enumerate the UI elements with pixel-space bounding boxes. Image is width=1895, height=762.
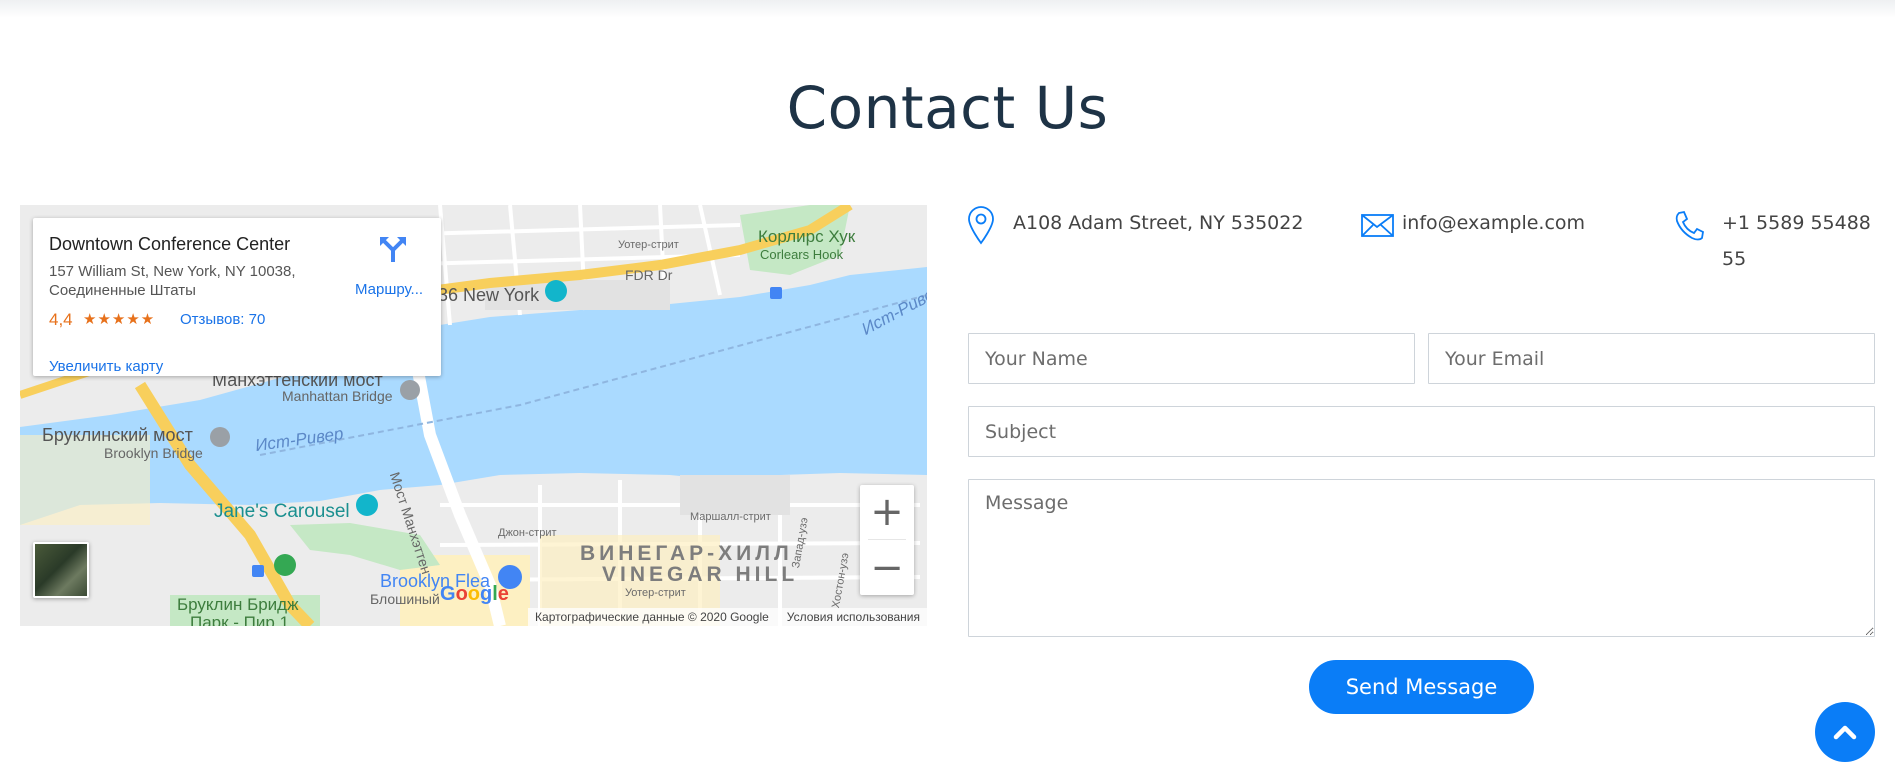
- map-label-fdr: FDR Dr: [625, 267, 673, 283]
- map-label-water-st-2: Уотер-стрит: [625, 587, 686, 599]
- map-label-corlears-en: Corlears Hook: [760, 247, 844, 262]
- map-label-brooklyn-bridge-park: Бруклин Бридж: [177, 595, 299, 614]
- zoom-controls: + −: [860, 485, 914, 595]
- star-rating-icons: ★★★★★: [83, 311, 156, 328]
- map-label-janes-carousel: Jane's Carousel: [214, 501, 350, 522]
- enlarge-map-link[interactable]: Увеличить карту: [49, 358, 163, 375]
- map-label-vinegar-hill-en: VINEGAR HILL: [602, 563, 799, 586]
- map-label-flea-market: Блошиный: [370, 591, 440, 607]
- map-label-water-st-1: Уотер-стрит: [618, 239, 679, 251]
- contact-address: A108 Adam Street, NY 535022: [965, 205, 1303, 245]
- place-title: Downtown Conference Center: [49, 234, 291, 254]
- zoom-out-button[interactable]: −: [860, 541, 914, 595]
- place-rating: 4,4: [49, 310, 73, 329]
- map-label-john-st: Джон-стрит: [498, 527, 557, 539]
- google-logo: Google: [440, 583, 509, 605]
- directions-link[interactable]: Маршру...: [355, 281, 423, 298]
- map-attribution: Картографические данные © 2020 Google Ус…: [528, 608, 927, 626]
- reviews-link[interactable]: Отзывов: 70: [180, 311, 265, 328]
- map-label-marshall-st: Маршалл-стрит: [690, 511, 771, 523]
- message-textarea[interactable]: [968, 479, 1875, 637]
- name-input[interactable]: [968, 333, 1415, 384]
- map-label-corlears-ru: Корлирс Хук: [758, 227, 856, 246]
- subject-input[interactable]: [968, 406, 1875, 457]
- map-label-manhattan-bridge-en: Manhattan Bridge: [282, 388, 393, 404]
- google-map[interactable]: 36 New York FDR Dr Корлирс Хук Corlears …: [20, 205, 927, 626]
- phone-text: +1 5589 55488 55: [1722, 212, 1871, 270]
- satellite-toggle[interactable]: [33, 542, 89, 598]
- email-text: info@example.com: [1402, 212, 1586, 234]
- section-title: Contact Us: [786, 74, 1109, 142]
- envelope-icon: [1361, 214, 1394, 237]
- header-shadow: [0, 0, 1895, 18]
- terms-of-use-link[interactable]: Условия использования: [787, 610, 920, 624]
- zoom-divider: [868, 539, 906, 540]
- place-info-card: Downtown Conference Center 157 William S…: [33, 218, 441, 376]
- map-pin-icon: [968, 206, 994, 245]
- send-message-button[interactable]: Send Message: [1309, 660, 1534, 714]
- map-label-brooklyn-bridge-ru: Бруклинский мост: [42, 425, 193, 445]
- place-address-line1: 157 William St, New York, NY 10038,: [49, 263, 296, 280]
- zoom-in-button[interactable]: +: [860, 485, 914, 539]
- email-input[interactable]: [1428, 333, 1875, 384]
- map-label-brooklyn-bridge-en: Brooklyn Bridge: [104, 445, 203, 461]
- phone-icon: [1675, 210, 1704, 241]
- back-to-top-button[interactable]: [1815, 702, 1875, 762]
- chevron-up-icon: [1833, 725, 1857, 740]
- directions-icon[interactable]: [378, 234, 408, 264]
- map-data-credit: Картографические данные © 2020 Google: [535, 610, 769, 624]
- contact-email: info@example.com: [1360, 205, 1585, 245]
- map-label-park-pier: Парк - Пир 1: [190, 613, 290, 626]
- contact-phone: +1 5589 55488 55: [1672, 205, 1882, 277]
- map-label-pier: 36 New York: [438, 285, 540, 305]
- address-text: A108 Adam Street, NY 535022: [1013, 212, 1304, 234]
- place-address-line2: Соединенные Штаты: [49, 282, 196, 299]
